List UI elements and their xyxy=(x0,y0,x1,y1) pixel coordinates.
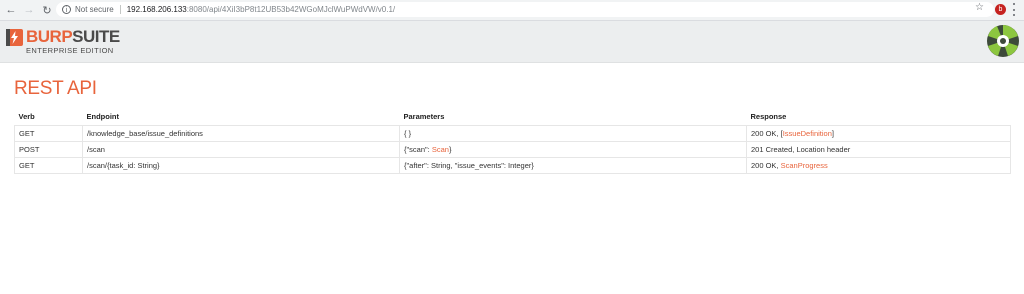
verb-cell: POST xyxy=(14,141,83,158)
parameters-cell: {"scan": Scan} xyxy=(399,141,747,158)
parameters-text: {"scan": xyxy=(404,145,432,154)
scan-link[interactable]: Scan xyxy=(432,145,449,154)
security-label: Not secure xyxy=(75,5,114,14)
issue-definition-link[interactable]: IssueDefinition xyxy=(783,129,832,138)
response-cell: 200 OK, ScanProgress xyxy=(746,157,1011,174)
verb-cell: GET xyxy=(14,157,83,174)
burp-suite-logo[interactable]: BURPSUITE ENTERPRISE EDITION xyxy=(6,28,120,55)
parameters-cell: {"after": String, "issue_events": Intege… xyxy=(399,157,747,174)
url-separator xyxy=(119,5,121,14)
response-text-end: ] xyxy=(831,129,834,138)
logo-burp-text: BURP xyxy=(26,27,73,46)
browser-toolbar: ← → ↻ i Not secure 192.168.206.133:8080/… xyxy=(0,0,1024,21)
logo-suite-text: SUITE xyxy=(72,27,120,46)
profile-avatar[interactable]: b xyxy=(995,4,1006,15)
response-cell: 201 Created, Location header xyxy=(746,141,1011,158)
endpoint-cell: /scan xyxy=(82,141,400,158)
response-text: 200 OK, [ xyxy=(751,129,783,138)
portswigger-emblem-icon xyxy=(987,25,1019,57)
url-host: 192.168.206.133 xyxy=(126,5,187,14)
endpoint-cell: /scan/{task_id: String} xyxy=(82,157,400,174)
column-header-response: Response xyxy=(750,112,787,121)
parameters-cell: { } xyxy=(399,125,747,142)
address-bar[interactable]: i Not secure 192.168.206.133:8080/api/4X… xyxy=(56,2,994,17)
forward-arrow-icon[interactable]: → xyxy=(22,3,36,17)
table-row: GET /knowledge_base/issue_definitions { … xyxy=(14,125,1011,142)
app-header: BURPSUITE ENTERPRISE EDITION xyxy=(0,21,1024,63)
table-row: POST /scan {"scan": Scan} 201 Created, L… xyxy=(14,141,1011,158)
url-path: :8080/api/4XiI3bP8t12UB53b42WGoMJclWuPWd… xyxy=(186,5,396,14)
page-title: REST API xyxy=(14,78,97,99)
logo-subtitle: ENTERPRISE EDITION xyxy=(26,46,114,55)
response-text: 200 OK, xyxy=(751,161,781,170)
table-row: GET /scan/{task_id: String} {"after": St… xyxy=(14,157,1011,174)
table-header-row: Verb Endpoint Parameters Response xyxy=(15,110,1011,126)
verb-cell: GET xyxy=(14,125,83,142)
browser-menu-icon[interactable] xyxy=(1012,3,1016,16)
column-header-verb: Verb xyxy=(18,112,35,121)
reload-icon[interactable]: ↻ xyxy=(40,3,54,17)
burp-logo-mark-icon xyxy=(6,29,23,46)
column-header-parameters: Parameters xyxy=(403,112,445,121)
column-header-endpoint: Endpoint xyxy=(86,112,120,121)
back-arrow-icon[interactable]: ← xyxy=(4,3,18,17)
scan-progress-link[interactable]: ScanProgress xyxy=(781,161,828,170)
bookmark-star-icon[interactable]: ☆ xyxy=(975,2,984,13)
parameters-text-end: } xyxy=(448,145,452,154)
info-icon[interactable]: i xyxy=(62,5,71,14)
endpoint-cell: /knowledge_base/issue_definitions xyxy=(82,125,400,142)
api-endpoints-table: Verb Endpoint Parameters Response GET /k… xyxy=(14,110,1011,174)
response-cell: 200 OK, [IssueDefinition] xyxy=(746,125,1011,142)
